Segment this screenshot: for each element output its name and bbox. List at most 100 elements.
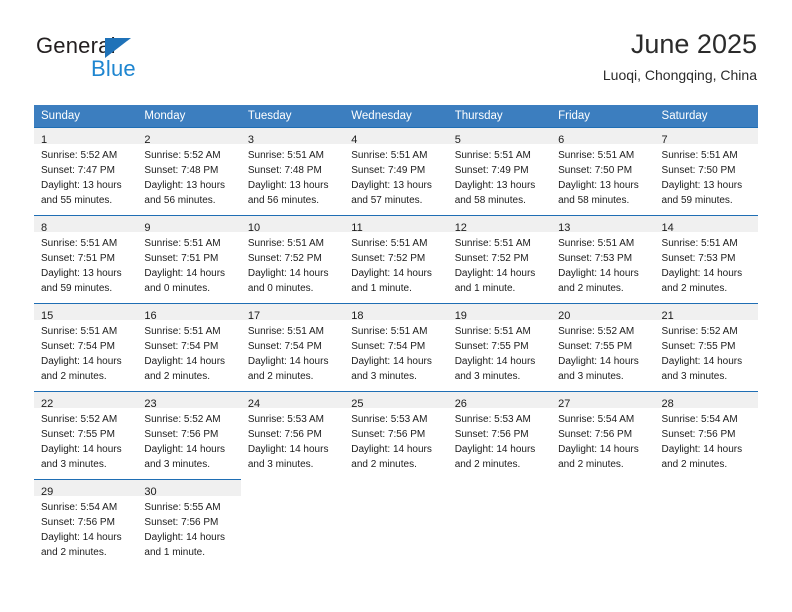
daylight-text: Daylight: 14 hours and 1 minute. [351,268,432,294]
daylight-text: Daylight: 14 hours and 3 minutes. [144,444,226,470]
day-cell-content: 6 Sunrise: 5:51 AM Sunset: 7:50 PM Daylight… [551,127,655,215]
day-number-band: 2 [137,128,241,146]
calendar-day-cell[interactable]: 13 Sunrise: 5:51 AM Sunset: 7:53 PM Dayligh… [551,215,655,303]
sunrise-text: Sunrise: 5:51 AM [558,150,635,161]
calendar-header-row: Sunday Monday Tuesday Wednesday Thursday… [34,105,758,127]
calendar-day-cell[interactable]: 29 Sunrise: 5:54 AM Sunset: 7:56 PM Dayligh… [34,479,138,567]
sunrise-text: Sunrise: 5:52 AM [144,150,221,161]
calendar-day-cell[interactable]: 14 Sunrise: 5:51 AM Sunset: 7:53 PM Dayligh… [654,215,758,303]
sunset-text: Sunset: 7:56 PM [41,517,115,528]
calendar-day-cell[interactable]: 18 Sunrise: 5:51 AM Sunset: 7:54 PM Dayligh… [344,303,448,391]
sunrise-text: Sunrise: 5:51 AM [661,238,738,249]
day-detail: Sunrise: 5:51 AM Sunset: 7:52 PM Daylight:… [241,232,344,296]
day-number-band: 7 [654,128,758,146]
calendar-day-cell[interactable]: 2 Sunrise: 5:52 AM Sunset: 7:48 PM Daylight… [137,127,241,215]
day-detail: Sunrise: 5:52 AM Sunset: 7:47 PM Daylight:… [34,144,137,208]
day-detail: Sunrise: 5:53 AM Sunset: 7:56 PM Daylight:… [448,408,551,472]
day-number: 12 [454,222,467,234]
calendar-day-cell[interactable]: 5 Sunrise: 5:51 AM Sunset: 7:49 PM Daylight… [447,127,552,215]
sunset-text: Sunset: 7:55 PM [454,341,529,352]
calendar-day-cell[interactable]: 16 Sunrise: 5:51 AM Sunset: 7:54 PM Dayligh… [137,303,241,391]
day-number: 17 [247,310,261,322]
calendar-day-cell[interactable]: 17 Sunrise: 5:51 AM Sunset: 7:54 PM Dayligh… [240,303,345,391]
day-cell-content: 16 Sunrise: 5:51 AM Sunset: 7:54 PM Dayligh… [137,303,241,391]
day-number-band: 25 [344,392,448,410]
sunrise-text: Sunrise: 5:51 AM [144,238,221,249]
day-number: 28 [661,398,674,410]
day-cell-content: 29 Sunrise: 5:54 AM Sunset: 7:56 PM Dayligh… [34,479,138,567]
calendar-day-cell[interactable]: 10 Sunrise: 5:51 AM Sunset: 7:52 PM Dayligh… [240,215,345,303]
calendar-empty-cell [655,479,758,567]
daylight-text: Daylight: 13 hours and 56 minutes. [247,180,329,206]
calendar-day-cell[interactable]: 20 Sunrise: 5:52 AM Sunset: 7:55 PM Dayligh… [551,303,655,391]
day-cell-content: 18 Sunrise: 5:51 AM Sunset: 7:54 PM Dayligh… [344,303,448,391]
day-cell-content: 9 Sunrise: 5:51 AM Sunset: 7:51 PM Daylight… [137,215,241,303]
calendar-day-cell[interactable]: 6 Sunrise: 5:51 AM Sunset: 7:50 PM Daylight… [551,127,655,215]
daylight-text: Daylight: 14 hours and 2 minutes. [41,532,122,558]
daylight-text: Daylight: 13 hours and 57 minutes. [351,180,432,206]
calendar-day-cell[interactable]: 24 Sunrise: 5:53 AM Sunset: 7:56 PM Dayligh… [240,391,345,479]
sunrise-text: Sunrise: 5:51 AM [661,150,738,161]
day-cell-content: 26 Sunrise: 5:53 AM Sunset: 7:56 PM Dayligh… [447,391,552,479]
day-cell-content: 8 Sunrise: 5:51 AM Sunset: 7:51 PM Daylight… [34,215,138,303]
daylight-text: Daylight: 14 hours and 2 minutes. [41,356,122,382]
calendar-day-cell[interactable]: 30 Sunrise: 5:55 AM Sunset: 7:56 PM Dayligh… [137,479,241,567]
day-number-band: 14 [654,216,758,234]
sunset-text: Sunset: 7:52 PM [351,253,426,264]
day-detail: Sunrise: 5:54 AM Sunset: 7:56 PM Daylight:… [551,408,654,472]
calendar-day-cell[interactable]: 9 Sunrise: 5:51 AM Sunset: 7:51 PM Daylight… [137,215,241,303]
day-cell-content: 19 Sunrise: 5:51 AM Sunset: 7:55 PM Dayligh… [447,303,552,391]
calendar-empty-cell [344,479,447,567]
calendar-day-cell[interactable]: 22 Sunrise: 5:52 AM Sunset: 7:55 PM Dayligh… [34,391,138,479]
day-detail: Sunrise: 5:52 AM Sunset: 7:56 PM Daylight:… [137,408,240,472]
sunset-text: Sunset: 7:54 PM [351,341,426,352]
sunset-text: Sunset: 7:53 PM [661,253,736,264]
calendar-day-cell[interactable]: 8 Sunrise: 5:51 AM Sunset: 7:51 PM Daylight… [34,215,138,303]
calendar-day-cell[interactable]: 28 Sunrise: 5:54 AM Sunset: 7:56 PM Dayligh… [654,391,758,479]
daylight-text: Daylight: 13 hours and 58 minutes. [558,180,639,206]
daylight-text: Daylight: 13 hours and 55 minutes. [41,180,122,206]
calendar-empty-cell [448,479,551,567]
daylight-text: Daylight: 13 hours and 59 minutes. [41,268,122,294]
sunset-text: Sunset: 7:56 PM [144,517,219,528]
day-number-band: 29 [34,480,138,498]
calendar-day-cell[interactable]: 19 Sunrise: 5:51 AM Sunset: 7:55 PM Dayligh… [447,303,552,391]
day-number-band: 1 [34,128,138,146]
day-number-band: 16 [137,304,241,322]
calendar-day-cell[interactable]: 3 Sunrise: 5:51 AM Sunset: 7:48 PM Daylight… [240,127,345,215]
sunset-text: Sunset: 7:55 PM [661,341,736,352]
calendar-day-cell[interactable]: 7 Sunrise: 5:51 AM Sunset: 7:50 PM Daylight… [654,127,758,215]
sunrise-text: Sunrise: 5:55 AM [144,502,221,513]
day-cell-content: 23 Sunrise: 5:52 AM Sunset: 7:56 PM Dayligh… [137,391,241,479]
calendar-day-cell[interactable]: 1 Sunrise: 5:52 AM Sunset: 7:47 PM Daylight… [34,127,138,215]
calendar-day-cell[interactable]: 4 Sunrise: 5:51 AM Sunset: 7:49 PM Daylight… [344,127,448,215]
day-detail: Sunrise: 5:51 AM Sunset: 7:55 PM Daylight:… [448,320,551,384]
daylight-text: Daylight: 13 hours and 56 minutes. [144,180,226,206]
calendar-day-cell[interactable]: 25 Sunrise: 5:53 AM Sunset: 7:56 PM Dayligh… [344,391,448,479]
day-number: 4 [351,134,358,146]
calendar-day-cell[interactable]: 26 Sunrise: 5:53 AM Sunset: 7:56 PM Dayligh… [447,391,552,479]
day-detail: Sunrise: 5:51 AM Sunset: 7:54 PM Daylight:… [344,320,447,384]
day-number: 1 [41,134,48,146]
calendar-day-cell[interactable]: 23 Sunrise: 5:52 AM Sunset: 7:56 PM Dayligh… [137,391,241,479]
sunrise-text: Sunrise: 5:51 AM [351,150,428,161]
sunset-text: Sunset: 7:51 PM [41,253,115,264]
calendar-empty-cell [551,479,654,567]
calendar-day-cell[interactable]: 15 Sunrise: 5:51 AM Sunset: 7:54 PM Dayligh… [34,303,138,391]
calendar-day-cell[interactable]: 21 Sunrise: 5:52 AM Sunset: 7:55 PM Dayligh… [654,303,758,391]
calendar-day-cell[interactable]: 12 Sunrise: 5:51 AM Sunset: 7:52 PM Dayligh… [447,215,552,303]
day-detail: Sunrise: 5:51 AM Sunset: 7:54 PM Daylight:… [137,320,240,384]
day-number-band: 26 [447,392,552,410]
empty-cell-content [655,479,758,567]
day-number: 2 [144,134,151,146]
daylight-text: Daylight: 14 hours and 2 minutes. [351,444,432,470]
sunrise-text: Sunrise: 5:54 AM [661,414,738,425]
calendar-week-row: 29 Sunrise: 5:54 AM Sunset: 7:56 PM Dayligh… [34,479,758,567]
calendar-day-cell[interactable]: 27 Sunrise: 5:54 AM Sunset: 7:56 PM Dayligh… [551,391,655,479]
calendar-day-cell[interactable]: 11 Sunrise: 5:51 AM Sunset: 7:52 PM Dayligh… [344,215,448,303]
day-cell-content: 15 Sunrise: 5:51 AM Sunset: 7:54 PM Dayligh… [34,303,138,391]
day-detail: Sunrise: 5:51 AM Sunset: 7:52 PM Daylight:… [448,232,551,296]
day-number: 14 [661,222,674,234]
sunset-text: Sunset: 7:56 PM [661,429,736,440]
day-number-band: 5 [447,128,552,146]
